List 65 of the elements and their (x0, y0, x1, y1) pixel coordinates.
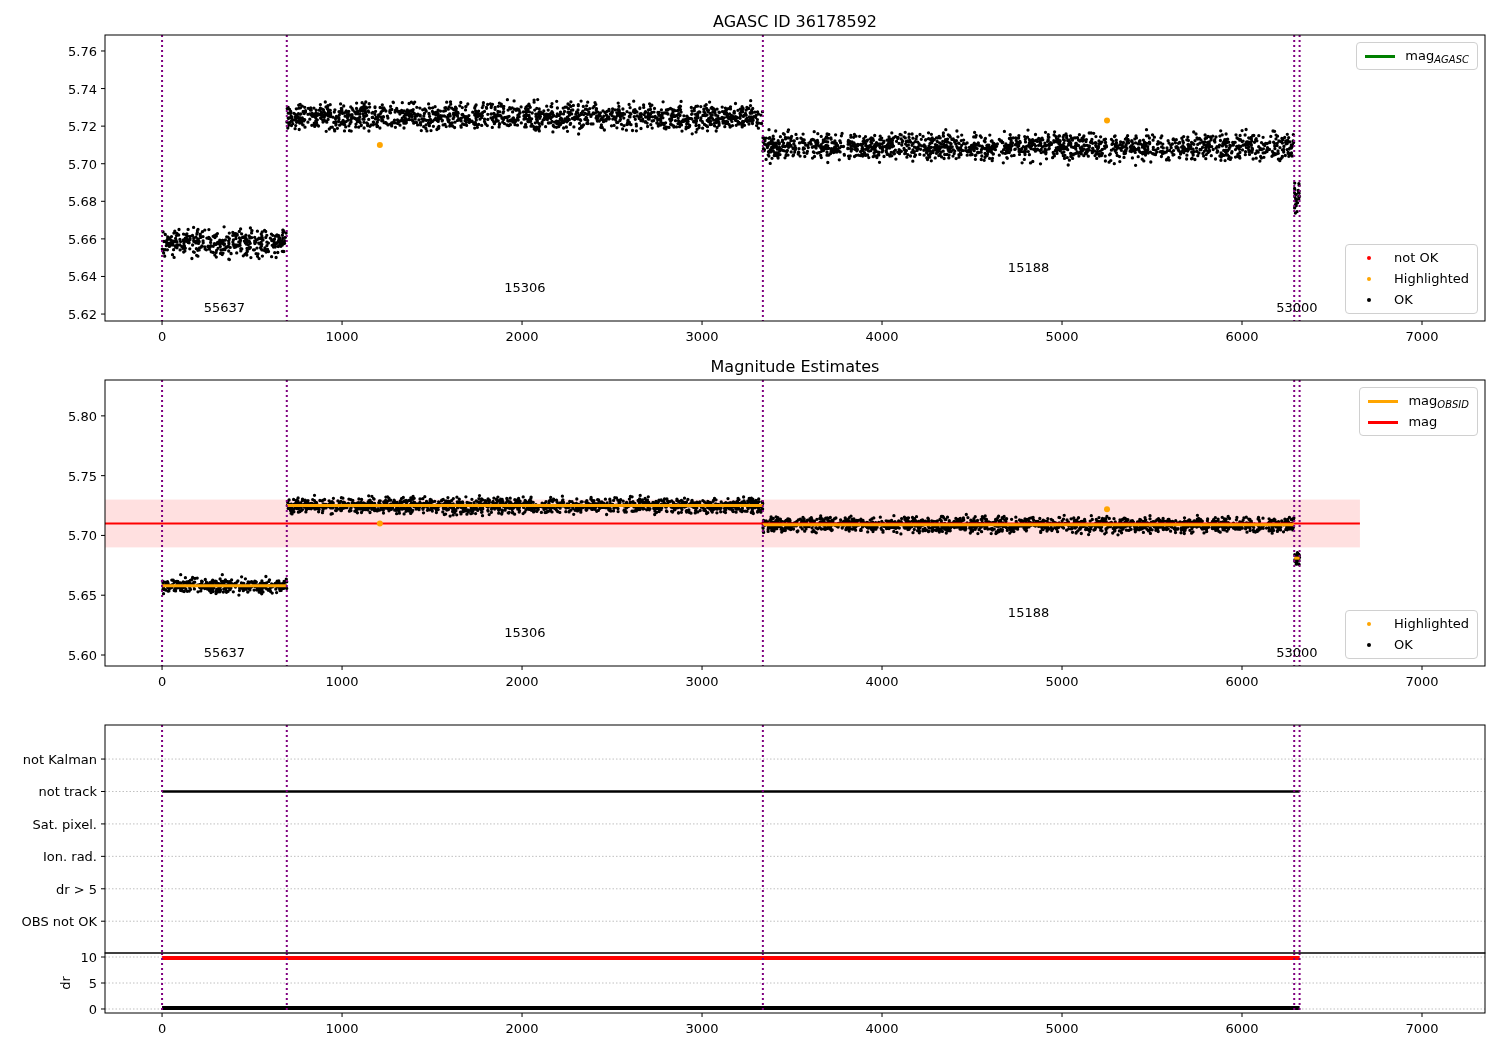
tick-label: 2000 (505, 329, 539, 344)
tick-label: 5000 (1045, 674, 1079, 689)
chart-title: AGASC ID 36178592 (713, 12, 877, 31)
tick-label: 6000 (1225, 1021, 1259, 1036)
tick-label: 0 (157, 1021, 167, 1036)
row-label: not Kalman (22, 752, 97, 768)
row-label: dr > 5 (55, 881, 97, 897)
tick-label: 6000 (1225, 674, 1259, 689)
tick-label: 5.70 (68, 156, 97, 172)
segment-label: 55637 (203, 300, 246, 315)
tick-label: 4000 (865, 674, 899, 689)
segment-label: 53000 (1276, 645, 1318, 660)
tick-label: 0 (157, 329, 167, 344)
tick-label: 3000 (685, 329, 719, 344)
row-label: OBS not OK (21, 914, 97, 930)
tick-label: 5000 (1045, 1021, 1079, 1036)
tick-label: 5.74 (68, 81, 97, 97)
row-label: not track (38, 784, 97, 800)
tick-label: 4000 (865, 329, 899, 344)
row-label: Sat. pixel. (32, 816, 97, 832)
tick-label: 7000 (1405, 329, 1439, 344)
tick-label: 5.76 (68, 43, 97, 59)
segment-label: 15188 (1007, 605, 1050, 620)
tick-label: 5.70 (68, 528, 97, 544)
legend-label: Highlighted (1394, 615, 1469, 633)
segment-label: 15306 (504, 625, 546, 640)
tick-label: 0 (88, 1002, 97, 1017)
tick-label: 5.75 (68, 468, 97, 484)
tick-label: 5.62 (68, 307, 97, 323)
segment-label: 53000 (1276, 300, 1318, 315)
tick-label: 5.68 (68, 194, 97, 210)
tick-label: 5.72 (68, 119, 97, 135)
tick-label: 1000 (325, 1021, 359, 1036)
legend-label: mag (1408, 413, 1438, 431)
tick-label: 5.65 (68, 588, 97, 604)
legend-label: OK (1394, 636, 1413, 654)
legend-label: mag$_{AGASC}$ (1405, 47, 1469, 65)
tick-label: 5000 (1045, 329, 1079, 344)
tick-label: 4000 (865, 1021, 899, 1036)
segment-label: 15188 (1007, 260, 1050, 275)
chart-title: Magnitude Estimates (710, 357, 880, 376)
tick-label: 5.60 (68, 648, 97, 663)
tick-label: 3000 (685, 674, 719, 689)
segment-label: 55637 (203, 645, 246, 660)
tick-label: 2000 (505, 674, 539, 689)
tick-label: 5.66 (68, 231, 97, 247)
legend-label: mag$_{OBSID}$ (1408, 392, 1469, 410)
tick-label: 5.80 (68, 408, 97, 424)
tick-label: 5.64 (68, 269, 97, 285)
tick-label: 1000 (325, 329, 359, 344)
tick-label: 5 (88, 976, 97, 991)
tick-label: 6000 (1225, 329, 1259, 344)
tick-label: 10 (80, 950, 97, 965)
tick-label: 7000 (1405, 1021, 1439, 1036)
row-label: Ion. rad. (43, 849, 97, 865)
tick-label: 1000 (325, 674, 359, 689)
tick-label: 3000 (685, 1021, 719, 1036)
tick-label: 0 (157, 674, 167, 689)
legend-label: Highlighted (1394, 270, 1469, 288)
tick-label: 2000 (505, 1021, 539, 1036)
tick-label: 7000 (1405, 674, 1439, 689)
legend-label: not OK (1394, 249, 1439, 267)
axis-label: dr (58, 976, 73, 990)
segment-label: 15306 (504, 280, 546, 295)
legend-label: OK (1394, 291, 1413, 309)
